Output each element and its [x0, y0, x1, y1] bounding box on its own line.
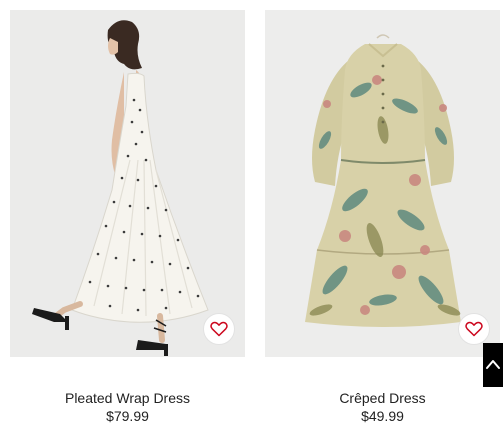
dress-photo	[265, 10, 500, 357]
product-card[interactable]: Pleated Wrap Dress $79.99	[10, 10, 245, 424]
product-price: $79.99	[106, 408, 149, 424]
dress-photo	[10, 10, 245, 357]
product-image[interactable]	[10, 10, 245, 357]
favorite-button[interactable]	[203, 313, 235, 345]
product-card[interactable]: Crêped Dress $49.99	[265, 10, 500, 424]
heart-icon	[210, 321, 228, 337]
product-price: $49.99	[361, 408, 404, 424]
product-image[interactable]	[265, 10, 500, 357]
arrow-up-icon	[486, 360, 500, 369]
product-name[interactable]: Pleated Wrap Dress	[10, 390, 245, 406]
scroll-to-top-button[interactable]	[483, 343, 503, 387]
heart-icon	[465, 321, 483, 337]
product-name[interactable]: Crêped Dress	[265, 390, 500, 406]
favorite-button[interactable]	[458, 313, 490, 345]
